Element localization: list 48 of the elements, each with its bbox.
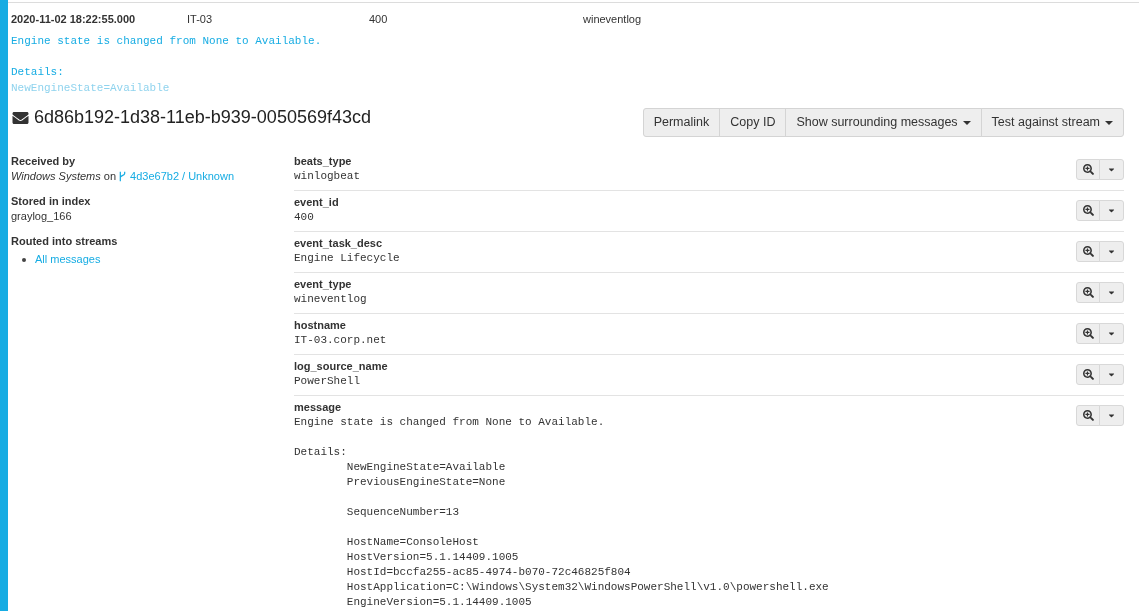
info-label: Received by <box>11 154 76 169</box>
field-value: Engine state is changed from None to Available. Details: NewEngineState=Available PreviousEngineState=None SequenceNumber=13 HostName=ConsoleHost HostVersion=5.1.14409.1005 HostId=bccfa255-ac85-4974-b070-72c46825f804 HostApplication=C:\Windows\System32\WindowsPowerShell\v1.0\powershell.exe EngineVersion=5.1.14409.1005 <box>294 415 829 610</box>
field-name: log_source_name <box>294 359 388 374</box>
zoom-button[interactable] <box>1076 281 1100 303</box>
caret-icon <box>1105 120 1113 125</box>
event-id-text: 400 <box>369 13 388 25</box>
zoom-button[interactable] <box>1076 240 1100 262</box>
zoom-in-icon <box>1082 204 1094 216</box>
envelope-icon <box>11 109 30 126</box>
message-id: 6d86b192-1d38-11eb-b939-0050569f43cd <box>34 107 371 128</box>
zoom-in-icon <box>1082 327 1094 339</box>
field-name: message <box>294 400 342 415</box>
zoom-in-icon <box>1082 286 1094 298</box>
zoom-button[interactable] <box>1076 199 1100 221</box>
bullet-icon <box>22 257 26 262</box>
field-value: IT-03.corp.net <box>294 333 387 348</box>
zoom-button[interactable] <box>1076 322 1100 344</box>
zoom-button[interactable] <box>1076 363 1100 385</box>
field-name: event_id <box>294 195 339 210</box>
action-button[interactable]: Test against stream <box>980 108 1124 137</box>
info-label: Routed into streams <box>11 234 118 249</box>
zoom-in-icon <box>1082 163 1094 175</box>
field-name: beats_type <box>294 154 352 169</box>
action-button[interactable]: Show surrounding messages <box>785 108 982 137</box>
fork-icon <box>119 171 127 182</box>
source-text: IT-03 <box>187 13 213 25</box>
zoom-in-icon <box>1082 409 1094 421</box>
log-type-text: wineventlog <box>583 13 642 25</box>
action-button[interactable]: Permalink <box>642 108 721 137</box>
field-value: winlogbeat <box>294 169 360 184</box>
field-name: hostname <box>294 318 346 333</box>
index-name: graylog_166 <box>11 209 72 224</box>
zoom-in-icon <box>1082 245 1094 257</box>
info-label: Stored in index <box>11 194 91 209</box>
field-value: wineventlog <box>294 292 367 307</box>
field-value: PowerShell <box>294 374 360 389</box>
zoom-button[interactable] <box>1076 158 1100 180</box>
field-name: event_type <box>294 277 352 292</box>
field-value: Engine Lifecycle <box>294 251 400 266</box>
zoom-in-icon <box>1082 368 1094 380</box>
caret-icon <box>962 120 971 125</box>
field-value: 400 <box>294 210 314 225</box>
action-button[interactable]: Copy ID <box>719 108 787 137</box>
timestamp-text: 2020-11-02 18:22:55.000 <box>11 13 136 25</box>
receiver-text: Windows Systems on <box>11 169 117 184</box>
zoom-button[interactable] <box>1076 404 1100 426</box>
field-name: event_task_desc <box>294 236 383 251</box>
message-preview: Engine state is changed from None to Available. Details: NewEngineState=Available <box>11 34 322 96</box>
